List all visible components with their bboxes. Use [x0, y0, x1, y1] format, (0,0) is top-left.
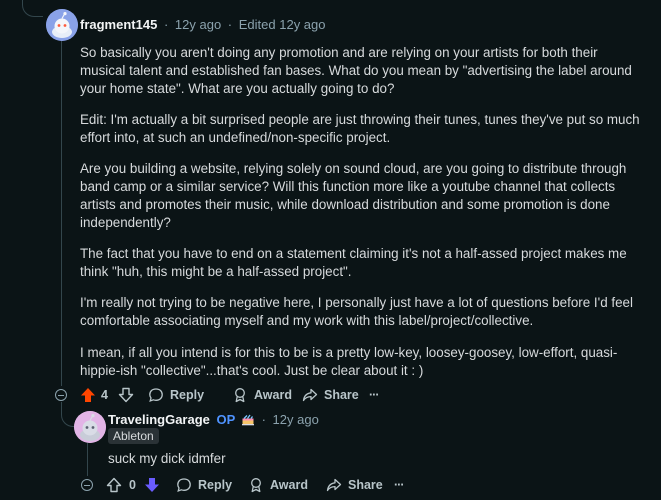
award-button[interactable]: Award [232, 384, 292, 406]
comment-meta: TravelingGarage OP · 12y ago [108, 412, 319, 429]
reply-label: Reply [170, 388, 205, 402]
comment-paragraph: So basically you aren't doing any promot… [80, 45, 632, 96]
downvote-filled-icon [145, 478, 159, 492]
reply-button[interactable]: Reply [148, 384, 204, 406]
comment-paragraph: The fact that you have to end on a state… [80, 246, 627, 279]
upvote-icon [106, 477, 122, 493]
share-button[interactable]: Share [302, 384, 359, 406]
upvote-filled-icon [81, 388, 95, 402]
award-label: Award [270, 478, 308, 492]
comment-paragraph: Edit: I'm actually a bit surprised peopl… [80, 112, 640, 145]
share-label: Share [324, 388, 359, 402]
comment-meta: fragment145 · 12y ago · Edited 12y ago [80, 17, 326, 32]
vote-score: 4 [101, 388, 108, 402]
avatar[interactable] [74, 411, 106, 443]
share-icon [302, 388, 318, 402]
snoo-avatar-icon [46, 9, 78, 41]
op-badge: OP [216, 412, 236, 427]
comment-body: suck my dick idmfer [108, 451, 226, 466]
meta-separator: · [261, 412, 266, 427]
comment-paragraph: I mean, if all you intend is for this to… [80, 345, 618, 378]
user-flair: Ableton [108, 428, 159, 444]
collapse-thread-button[interactable] [81, 479, 93, 491]
cake-day-icon [241, 412, 255, 429]
snoo-avatar-icon [74, 411, 106, 443]
more-options-button[interactable]: ··· [394, 474, 404, 496]
thread-line-comment1 [61, 40, 62, 386]
meta-separator: · [227, 17, 233, 32]
comment-actions: 4 Reply Award Share ··· [78, 384, 398, 406]
share-label: Share [348, 478, 383, 492]
share-icon [326, 478, 342, 492]
upvote-button[interactable] [106, 474, 122, 496]
reply-button[interactable]: Reply [176, 474, 232, 496]
avatar[interactable] [46, 9, 78, 41]
downvote-button[interactable] [118, 384, 134, 406]
share-button[interactable]: Share [326, 474, 383, 496]
collapse-thread-button[interactable] [55, 389, 67, 401]
downvote-button[interactable] [144, 474, 160, 496]
meta-separator: · [163, 17, 169, 32]
vote-score: 0 [129, 478, 136, 492]
award-button[interactable]: Award [248, 474, 308, 496]
comment-paragraph: I'm really not trying to be negative her… [80, 295, 633, 328]
award-label: Award [254, 388, 292, 402]
award-icon [251, 478, 261, 493]
username[interactable]: TravelingGarage [108, 412, 210, 427]
comment-actions: 0 Reply Award Share ··· [104, 474, 424, 496]
thread-line-comment2 [87, 443, 88, 476]
username[interactable]: fragment145 [80, 17, 157, 32]
comment-bubble-icon [149, 388, 163, 403]
comment-time[interactable]: 12y ago [175, 17, 221, 32]
upvote-button[interactable] [80, 384, 96, 406]
comment-paragraph: Are you building a website, relying sole… [80, 161, 627, 230]
thread-connector-top [22, 0, 43, 17]
award-icon [235, 388, 245, 403]
thread-connector-reply [61, 402, 75, 427]
reply-label: Reply [198, 478, 233, 492]
more-options-button[interactable]: ··· [369, 384, 379, 406]
comment-time[interactable]: 12y ago [273, 412, 319, 427]
edited-label: Edited 12y ago [238, 17, 326, 32]
downvote-icon [118, 387, 134, 403]
comment-bubble-icon [177, 478, 191, 493]
